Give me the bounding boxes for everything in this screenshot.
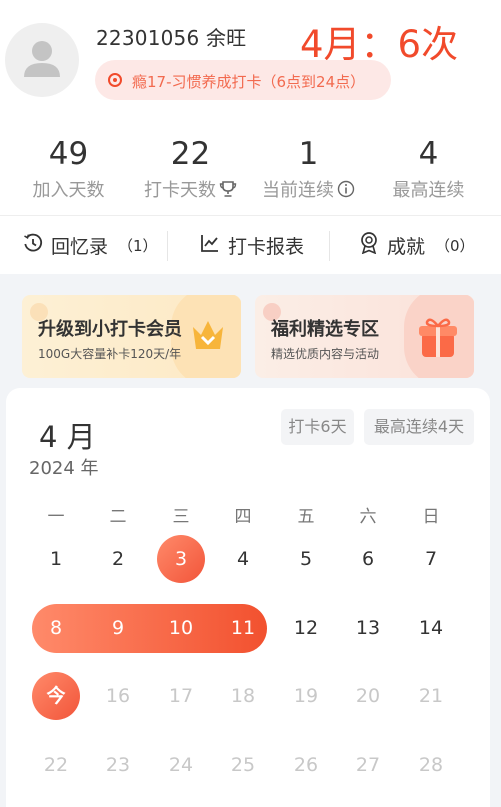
tab-divider — [167, 231, 168, 261]
stat-value: 49 — [48, 136, 89, 172]
history-icon — [23, 233, 43, 257]
tab-label: 回忆录 — [51, 235, 109, 258]
stat-label: 当前连续 — [262, 180, 334, 201]
tab-divider — [329, 231, 330, 261]
checkin-days-chip: 打卡6天 — [281, 409, 354, 445]
calendar-day[interactable]: 22 — [36, 745, 76, 785]
calendar-year: 2024 年 — [29, 458, 99, 479]
welfare-zone-card[interactable]: 福利精选专区 精选优质内容与活动 — [255, 295, 474, 378]
weekday-label: 五 — [297, 507, 315, 527]
crown-icon — [190, 315, 226, 357]
chart-icon — [200, 233, 220, 257]
user-name: 22301056 余旺 — [96, 26, 247, 50]
habit-tag-label: 瘾17-习惯养成打卡（6点到24点） — [132, 73, 366, 91]
calendar-day[interactable]: 1 — [36, 539, 76, 579]
tab-label: 成就 — [387, 235, 426, 258]
promo-title: 福利精选专区 — [271, 319, 379, 340]
calendar-day[interactable]: 14 — [411, 608, 451, 648]
medal-icon — [359, 232, 379, 258]
stat-max-streak[interactable]: 4 最高连续 — [366, 136, 491, 202]
weekday-label: 一 — [47, 507, 65, 527]
stat-label: 最高连续 — [392, 180, 465, 201]
stat-value: 22 — [170, 136, 211, 172]
calendar-day[interactable]: 3 — [161, 539, 201, 579]
calendar-day[interactable]: 28 — [411, 745, 451, 785]
weekday-label: 六 — [359, 507, 377, 527]
promo-title: 升级到小打卡会员 — [38, 319, 182, 340]
vip-upgrade-card[interactable]: 升级到小打卡会员 100G大容量补卡120天/年 — [22, 295, 241, 378]
tab-memories[interactable]: 回忆录 （1） — [23, 216, 158, 274]
stat-value: 1 — [298, 136, 319, 172]
tab-label: 打卡报表 — [228, 235, 305, 258]
tab-checkin-report[interactable]: 打卡报表 — [200, 216, 304, 274]
calendar-card: 4 月 2024 年 打卡6天 最高连续4天 一二三四五六日 123456789… — [6, 388, 490, 807]
calendar-day[interactable]: 7 — [411, 539, 451, 579]
calendar-day[interactable]: 9 — [98, 608, 138, 648]
calendar-day[interactable]: 10 — [161, 608, 201, 648]
calendar-day-today[interactable]: 今 — [36, 676, 76, 716]
avatar[interactable] — [5, 23, 79, 97]
weekday-label: 日 — [422, 507, 440, 527]
stat-label: 打卡天数 — [144, 180, 216, 201]
info-icon[interactable] — [337, 180, 355, 204]
calendar-day[interactable]: 11 — [223, 608, 263, 648]
stat-value: 4 — [418, 136, 439, 172]
stat-join-days[interactable]: 49 加入天数 — [6, 136, 131, 202]
calendar-day[interactable]: 21 — [411, 676, 451, 716]
tab-count: （1） — [118, 236, 158, 255]
calendar-day[interactable]: 17 — [161, 676, 201, 716]
promo-subtitle: 100G大容量补卡120天/年 — [38, 347, 182, 361]
user-silhouette-icon — [24, 41, 60, 77]
feature-tabs: 回忆录 （1） 打卡报表 成就 （0） — [0, 216, 501, 274]
stats-row: 49 加入天数 22 打卡天数 1 当前连续 4 最高连续 — [0, 118, 501, 215]
calendar-day[interactable]: 25 — [223, 745, 263, 785]
calendar-month: 4 月 — [39, 420, 96, 454]
calendar-day[interactable]: 18 — [223, 676, 263, 716]
calendar-day[interactable]: 16 — [98, 676, 138, 716]
calendar-day[interactable]: 26 — [286, 745, 326, 785]
profile-header: 22301056 余旺 4月：6次 瘾17-习惯养成打卡（6点到24点） — [0, 0, 501, 118]
habit-tag[interactable]: 瘾17-习惯养成打卡（6点到24点） — [95, 60, 391, 100]
calendar-day[interactable]: 6 — [348, 539, 388, 579]
calendar-day[interactable]: 23 — [98, 745, 138, 785]
max-streak-chip: 最高连续4天 — [364, 409, 474, 445]
trophy-icon — [219, 180, 237, 204]
stat-checkin-days[interactable]: 22 打卡天数 — [128, 136, 253, 204]
weekday-label: 二 — [109, 507, 127, 527]
calendar-day[interactable]: 27 — [348, 745, 388, 785]
calendar-day[interactable]: 24 — [161, 745, 201, 785]
calendar-day[interactable]: 8 — [36, 608, 76, 648]
record-dot-icon — [108, 73, 122, 87]
calendar-day[interactable]: 2 — [98, 539, 138, 579]
calendar-day[interactable]: 5 — [286, 539, 326, 579]
calendar-day[interactable]: 4 — [223, 539, 263, 579]
stat-label: 加入天数 — [32, 180, 105, 201]
promo-subtitle: 精选优质内容与活动 — [271, 347, 380, 361]
gift-icon — [417, 315, 459, 363]
tab-count: （0） — [435, 236, 475, 255]
calendar-day[interactable]: 12 — [286, 608, 326, 648]
weekday-label: 三 — [172, 507, 190, 527]
calendar-day[interactable]: 20 — [348, 676, 388, 716]
calendar-day[interactable]: 19 — [286, 676, 326, 716]
calendar-day[interactable]: 13 — [348, 608, 388, 648]
stat-current-streak[interactable]: 1 当前连续 — [246, 136, 371, 204]
tab-achievements[interactable]: 成就 （0） — [359, 216, 475, 274]
weekday-label: 四 — [234, 507, 252, 527]
